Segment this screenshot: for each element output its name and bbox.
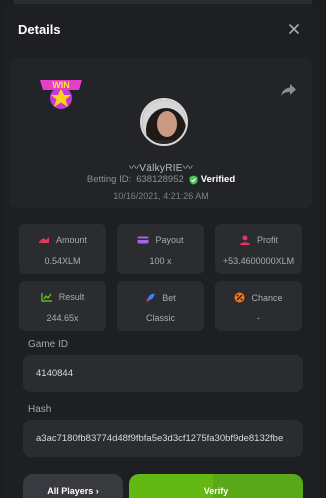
- stat-bet-label: Bet: [162, 292, 176, 303]
- stat-profit: Profit +53.4600000XLM: [215, 224, 302, 274]
- stat-bet-value: Classic: [145, 313, 175, 323]
- game-id-label: Game ID: [28, 339, 69, 350]
- verified-badge: Verified: [189, 174, 235, 185]
- verify-button-label: Verify: [203, 486, 229, 496]
- rocket-icon: [146, 293, 155, 302]
- betting-id-row: Betting ID: 638128952 Verified: [10, 174, 312, 185]
- money-icon: [38, 237, 49, 243]
- hash-field[interactable]: a3ac7180fb83774d48f9fbfa5e3d3cf1275fa30b…: [23, 420, 303, 457]
- user-profit-icon: [239, 235, 250, 245]
- modal-header: Details: [4, 4, 319, 54]
- hash-label: Hash: [28, 404, 52, 415]
- stat-payout-value: 100 x: [149, 256, 172, 266]
- stat-bet: Bet Classic: [117, 281, 204, 331]
- chance-icon: [234, 292, 245, 303]
- player-avatar: [140, 98, 188, 146]
- stat-result-value: 244.65x: [46, 313, 79, 323]
- stat-profit-value: +53.4600000XLM: [222, 256, 295, 266]
- svg-text:WIN: WIN: [52, 80, 70, 90]
- stat-result-label: Result: [58, 292, 85, 302]
- stats-grid: Amount 0.54XLM Payout 100 x Profit +53.4…: [10, 214, 312, 339]
- stat-payout: Payout 100 x: [117, 224, 204, 274]
- modal-title: Details: [18, 21, 61, 37]
- chart-icon: [41, 293, 52, 302]
- share-icon: [281, 84, 296, 96]
- player-username: 〰VälkyRIE〰: [128, 163, 194, 174]
- stat-result: Result 244.65x: [19, 281, 106, 331]
- stat-chance-label: Chance: [251, 292, 283, 303]
- share-button[interactable]: [280, 82, 300, 100]
- close-icon: [289, 24, 299, 34]
- betting-id-label: Betting ID:: [86, 174, 132, 185]
- wallet-icon: [137, 236, 149, 244]
- avatar-photo: [142, 100, 186, 144]
- verified-label: Verified: [200, 174, 236, 185]
- stat-amount-label: Amount: [55, 235, 88, 245]
- betting-id-value: 638128952: [136, 174, 184, 185]
- all-players-button[interactable]: All Players ›: [23, 474, 123, 498]
- details-modal: Details WIN 〰VälkyRIE〰 Betting ID: 63812…: [4, 4, 319, 498]
- verify-button[interactable]: Verify: [129, 474, 303, 498]
- bet-timestamp: 10/16/2021, 4:21:26 AM: [113, 191, 209, 201]
- player-card: WIN 〰VälkyRIE〰 Betting ID: 638128952 Ver…: [10, 58, 312, 208]
- stat-amount: Amount 0.54XLM: [19, 224, 106, 274]
- close-button[interactable]: [283, 18, 305, 40]
- win-badge-icon: WIN: [40, 80, 82, 109]
- stat-amount-value: 0.54XLM: [44, 256, 81, 266]
- stat-chance: Chance -: [215, 281, 302, 331]
- stat-profit-label: Profit: [256, 235, 278, 245]
- stat-payout-label: Payout: [155, 235, 184, 245]
- stat-chance-value: -: [257, 313, 260, 323]
- shield-check-icon: [189, 175, 198, 184]
- game-id-field[interactable]: 4140844: [23, 355, 303, 392]
